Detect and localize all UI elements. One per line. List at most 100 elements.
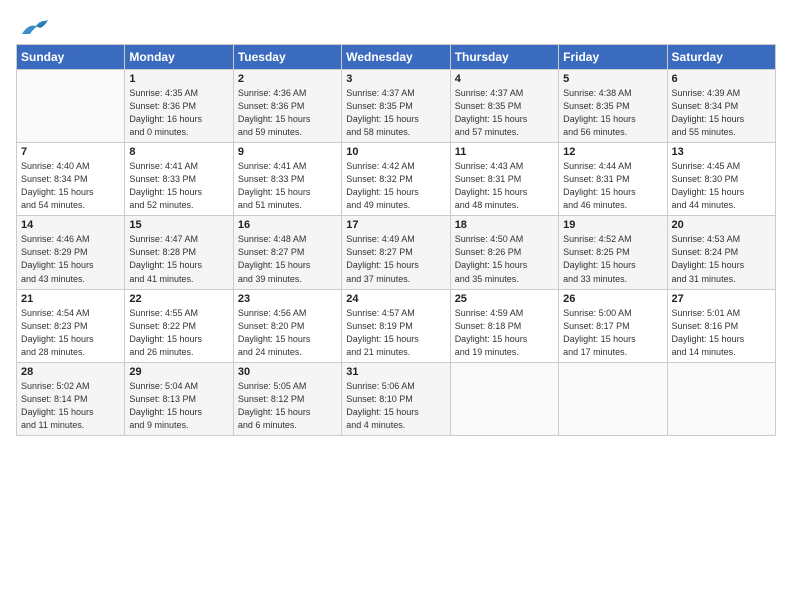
day-info: Sunrise: 4:37 AMSunset: 8:35 PMDaylight:… [346, 87, 445, 139]
calendar-cell: 7 Sunrise: 4:40 AMSunset: 8:34 PMDaylight… [17, 143, 125, 216]
day-number: 12 [563, 146, 662, 158]
day-info: Sunrise: 5:01 AMSunset: 8:16 PMDaylight:… [672, 307, 771, 359]
day-number: 5 [563, 73, 662, 85]
calendar-cell: 31Sunrise: 5:06 AMSunset: 8:10 PMDayligh… [342, 362, 450, 435]
day-number: 7 [21, 146, 120, 158]
day-info: Sunrise: 4:37 AMSunset: 8:35 PMDaylight:… [455, 87, 554, 139]
day-info: Sunrise: 4:46 AMSunset: 8:29 PMDaylight:… [21, 233, 120, 285]
weekday-header-wednesday: Wednesday [342, 45, 450, 70]
calendar-week-row: 1 Sunrise: 4:35 AMSunset: 8:36 PMDaylight… [17, 70, 776, 143]
calendar-cell: 23Sunrise: 4:56 AMSunset: 8:20 PMDayligh… [233, 289, 341, 362]
day-number: 3 [346, 73, 445, 85]
day-number: 28 [21, 366, 120, 378]
calendar-week-row: 14Sunrise: 4:46 AMSunset: 8:29 PMDayligh… [17, 216, 776, 289]
calendar-cell: 19Sunrise: 4:52 AMSunset: 8:25 PMDayligh… [559, 216, 667, 289]
weekday-header-saturday: Saturday [667, 45, 775, 70]
day-number: 8 [129, 146, 228, 158]
weekday-header-monday: Monday [125, 45, 233, 70]
weekday-header-thursday: Thursday [450, 45, 558, 70]
day-number: 21 [21, 293, 120, 305]
calendar-cell: 27 Sunrise: 5:01 AMSunset: 8:16 PMDayligh… [667, 289, 775, 362]
day-number: 24 [346, 293, 445, 305]
day-number: 27 [672, 293, 771, 305]
day-info: Sunrise: 4:53 AMSunset: 8:24 PMDaylight:… [672, 233, 771, 285]
calendar-cell: 15 Sunrise: 4:47 AMSunset: 8:28 PMDayligh… [125, 216, 233, 289]
calendar-cell [450, 362, 558, 435]
day-number: 17 [346, 219, 445, 231]
calendar-cell: 29 Sunrise: 5:04 AMSunset: 8:13 PMDayligh… [125, 362, 233, 435]
day-info: Sunrise: 4:49 AMSunset: 8:27 PMDaylight:… [346, 233, 445, 285]
day-number: 4 [455, 73, 554, 85]
calendar-cell: 24 Sunrise: 4:57 AMSunset: 8:19 PMDayligh… [342, 289, 450, 362]
day-info: Sunrise: 4:38 AMSunset: 8:35 PMDaylight:… [563, 87, 662, 139]
weekday-header-sunday: Sunday [17, 45, 125, 70]
day-number: 19 [563, 219, 662, 231]
day-info: Sunrise: 4:48 AMSunset: 8:27 PMDaylight:… [238, 233, 337, 285]
day-info: Sunrise: 4:44 AMSunset: 8:31 PMDaylight:… [563, 160, 662, 212]
calendar-cell: 21 Sunrise: 4:54 AMSunset: 8:23 PMDayligh… [17, 289, 125, 362]
calendar-cell: 17 Sunrise: 4:49 AMSunset: 8:27 PMDayligh… [342, 216, 450, 289]
day-number: 30 [238, 366, 337, 378]
day-info: Sunrise: 4:35 AMSunset: 8:36 PMDaylight:… [129, 87, 228, 139]
day-info: Sunrise: 4:45 AMSunset: 8:30 PMDaylight:… [672, 160, 771, 212]
calendar-cell: 8Sunrise: 4:41 AMSunset: 8:33 PMDaylight… [125, 143, 233, 216]
day-number: 13 [672, 146, 771, 158]
calendar-cell: 28Sunrise: 5:02 AMSunset: 8:14 PMDayligh… [17, 362, 125, 435]
calendar-week-row: 21 Sunrise: 4:54 AMSunset: 8:23 PMDayligh… [17, 289, 776, 362]
day-number: 23 [238, 293, 337, 305]
day-number: 25 [455, 293, 554, 305]
calendar-cell: 25 Sunrise: 4:59 AMSunset: 8:18 PMDayligh… [450, 289, 558, 362]
day-number: 22 [129, 293, 228, 305]
calendar-cell [667, 362, 775, 435]
calendar-header-row: SundayMondayTuesdayWednesdayThursdayFrid… [17, 45, 776, 70]
day-number: 16 [238, 219, 337, 231]
day-number: 26 [563, 293, 662, 305]
logo-bird-icon [20, 16, 48, 38]
calendar-cell: 30Sunrise: 5:05 AMSunset: 8:12 PMDayligh… [233, 362, 341, 435]
calendar-table: SundayMondayTuesdayWednesdayThursdayFrid… [16, 44, 776, 436]
day-number: 9 [238, 146, 337, 158]
calendar-cell: 10 Sunrise: 4:42 AMSunset: 8:32 PMDayligh… [342, 143, 450, 216]
calendar-week-row: 7 Sunrise: 4:40 AMSunset: 8:34 PMDaylight… [17, 143, 776, 216]
calendar-cell: 16 Sunrise: 4:48 AMSunset: 8:27 PMDayligh… [233, 216, 341, 289]
calendar-cell: 20 Sunrise: 4:53 AMSunset: 8:24 PMDayligh… [667, 216, 775, 289]
calendar-cell: 13 Sunrise: 4:45 AMSunset: 8:30 PMDayligh… [667, 143, 775, 216]
day-info: Sunrise: 4:42 AMSunset: 8:32 PMDaylight:… [346, 160, 445, 212]
calendar-cell: 6 Sunrise: 4:39 AMSunset: 8:34 PMDaylight… [667, 70, 775, 143]
day-number: 6 [672, 73, 771, 85]
calendar-cell: 2Sunrise: 4:36 AMSunset: 8:36 PMDaylight… [233, 70, 341, 143]
calendar-cell: 11 Sunrise: 4:43 AMSunset: 8:31 PMDayligh… [450, 143, 558, 216]
weekday-header-tuesday: Tuesday [233, 45, 341, 70]
day-info: Sunrise: 4:43 AMSunset: 8:31 PMDaylight:… [455, 160, 554, 212]
day-info: Sunrise: 4:41 AMSunset: 8:33 PMDaylight:… [238, 160, 337, 212]
day-number: 1 [129, 73, 228, 85]
day-number: 29 [129, 366, 228, 378]
calendar-cell: 18 Sunrise: 4:50 AMSunset: 8:26 PMDayligh… [450, 216, 558, 289]
calendar-cell: 1 Sunrise: 4:35 AMSunset: 8:36 PMDaylight… [125, 70, 233, 143]
day-info: Sunrise: 4:54 AMSunset: 8:23 PMDaylight:… [21, 307, 120, 359]
day-info: Sunrise: 4:55 AMSunset: 8:22 PMDaylight:… [129, 307, 228, 359]
day-info: Sunrise: 4:39 AMSunset: 8:34 PMDaylight:… [672, 87, 771, 139]
calendar-cell: 22 Sunrise: 4:55 AMSunset: 8:22 PMDayligh… [125, 289, 233, 362]
day-number: 11 [455, 146, 554, 158]
calendar-cell: 4 Sunrise: 4:37 AMSunset: 8:35 PMDaylight… [450, 70, 558, 143]
calendar-cell [559, 362, 667, 435]
day-number: 2 [238, 73, 337, 85]
calendar-cell: 5 Sunrise: 4:38 AMSunset: 8:35 PMDaylight… [559, 70, 667, 143]
calendar-cell: 12 Sunrise: 4:44 AMSunset: 8:31 PMDayligh… [559, 143, 667, 216]
day-number: 18 [455, 219, 554, 231]
day-info: Sunrise: 4:57 AMSunset: 8:19 PMDaylight:… [346, 307, 445, 359]
day-number: 20 [672, 219, 771, 231]
day-info: Sunrise: 4:59 AMSunset: 8:18 PMDaylight:… [455, 307, 554, 359]
day-info: Sunrise: 4:47 AMSunset: 8:28 PMDaylight:… [129, 233, 228, 285]
weekday-header-friday: Friday [559, 45, 667, 70]
day-info: Sunrise: 4:40 AMSunset: 8:34 PMDaylight:… [21, 160, 120, 212]
day-number: 10 [346, 146, 445, 158]
day-info: Sunrise: 5:04 AMSunset: 8:13 PMDaylight:… [129, 380, 228, 432]
calendar-week-row: 28Sunrise: 5:02 AMSunset: 8:14 PMDayligh… [17, 362, 776, 435]
day-number: 15 [129, 219, 228, 231]
page-header [16, 16, 776, 38]
calendar-cell: 9 Sunrise: 4:41 AMSunset: 8:33 PMDaylight… [233, 143, 341, 216]
calendar-cell: 26Sunrise: 5:00 AMSunset: 8:17 PMDayligh… [559, 289, 667, 362]
day-info: Sunrise: 4:50 AMSunset: 8:26 PMDaylight:… [455, 233, 554, 285]
